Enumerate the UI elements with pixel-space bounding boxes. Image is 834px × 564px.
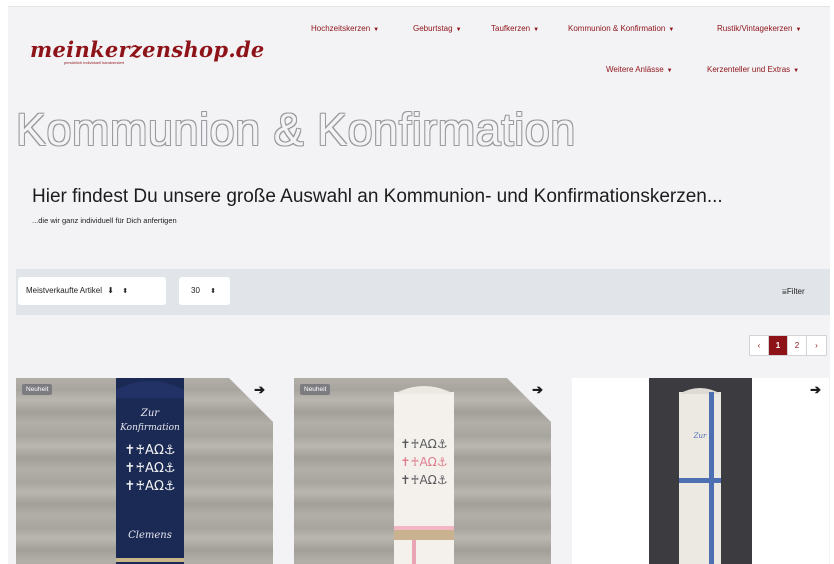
page-title: Kommunion & Konfirmation — [16, 104, 576, 155]
nav-item-kerzenteller-extras[interactable]: Kerzenteller und Extras ▼ — [707, 65, 799, 74]
nav-item-label: Kerzenteller und Extras — [707, 65, 791, 74]
product-image: Zur Konfirmation ✝♰ΑΩ⚓ ✝♰ΑΩ⚓ ✝♰ΑΩ⚓ Cleme… — [116, 378, 184, 564]
nav-item-label: Kommunion & Konfirmation — [568, 24, 666, 33]
chevron-down-icon: ▼ — [455, 27, 462, 33]
nav-item-geburtstag[interactable]: Geburtstag ▼ — [413, 24, 462, 33]
nav-item-taufkerzen[interactable]: Taufkerzen ▼ — [491, 24, 539, 33]
candle-stripe — [679, 478, 721, 483]
chevron-down-icon: ▼ — [373, 27, 380, 33]
candle-text-mid: Konfirmation — [119, 423, 180, 433]
chevron-down-icon: ▼ — [533, 27, 540, 33]
candle-text-top: Zur — [693, 432, 707, 440]
category-subline: ...die wir ganz individuell für Dich anf… — [32, 216, 177, 225]
per-page-select[interactable]: 30 ⬍ — [179, 277, 230, 305]
sort-select[interactable]: Meistverkaufte Artikel ⬇ ⬍ — [18, 277, 166, 305]
nav-item-weitere-anlaesse[interactable]: Weitere Anlässe ▼ — [606, 65, 673, 74]
pagination-next[interactable]: › — [807, 336, 826, 355]
product-image: ✝♰ΑΩ⚓ ✝♰ΑΩ⚓ ✝♰ΑΩ⚓ — [394, 386, 454, 564]
product-card[interactable]: Zur ➔ — [572, 378, 829, 564]
select-arrows-icon: ⬍ — [122, 288, 129, 295]
nav-item-kommunion-konfirmation[interactable]: Kommunion & Konfirmation ▼ — [568, 24, 674, 33]
badge-new: Neuheit — [22, 384, 53, 395]
candle-symbols: ✝♰ΑΩ⚓ — [400, 473, 447, 487]
chevron-down-icon: ▼ — [666, 68, 673, 74]
pagination-prev[interactable]: ‹ — [750, 336, 769, 355]
chevron-down-icon: ▼ — [793, 68, 800, 74]
candle-burlap — [394, 530, 454, 540]
sort-direction-icon: ⬇ — [107, 286, 114, 295]
product-card[interactable]: Zur Konfirmation ✝♰ΑΩ⚓ ✝♰ΑΩ⚓ ✝♰ΑΩ⚓ Cleme… — [16, 378, 273, 564]
candle-ribbon — [116, 558, 184, 562]
nav-item-label: Rustik/Vintagekerzen — [717, 24, 793, 33]
candle-ribbon-tail — [412, 540, 416, 564]
filter-label: Filter — [786, 287, 805, 296]
nav-item-label: Geburtstag — [413, 24, 453, 33]
candle-symbols: ✝♰ΑΩ⚓ — [124, 461, 175, 476]
nav-item-hochzeitskerzen[interactable]: Hochzeitskerzen ▼ — [311, 24, 379, 33]
category-headline: Hier findest Du unsere große Auswahl an … — [32, 186, 723, 207]
nav-item-label: Taufkerzen — [491, 24, 531, 33]
arrow-right-icon[interactable]: ➔ — [810, 382, 821, 398]
pagination-page-1[interactable]: 1 — [769, 336, 788, 355]
select-arrows-icon: ⬍ — [210, 288, 217, 295]
product-image: Zur — [649, 378, 752, 564]
pagination-page-2[interactable]: 2 — [788, 336, 807, 355]
candle-symbols: ✝♰ΑΩ⚓ — [400, 455, 447, 469]
chevron-down-icon: ▼ — [668, 27, 675, 33]
candle-name: Clemens — [128, 530, 172, 541]
filter-button[interactable]: ⩸Filter — [782, 287, 805, 297]
badge-new: Neuheit — [300, 384, 331, 395]
page-frame: meinkerzenshop.de persönlich individuell… — [8, 6, 830, 564]
sort-select-value: Meistverkaufte Artikel — [26, 286, 103, 295]
arrow-right-icon[interactable]: ➔ — [254, 382, 265, 398]
candle-symbols: ✝♰ΑΩ⚓ — [124, 479, 175, 494]
logo-wordmark: meinkerzenshop.de — [30, 37, 265, 62]
candle-symbols: ✝♰ΑΩ⚓ — [400, 437, 447, 451]
site-logo[interactable]: meinkerzenshop.de persönlich individuell… — [30, 37, 265, 65]
candle-text-top: Zur — [140, 408, 160, 419]
candle-top — [394, 386, 454, 394]
candle-ribbon — [394, 526, 454, 530]
candle-symbols: ✝♰ΑΩ⚓ — [124, 443, 175, 458]
nav-item-label: Weitere Anlässe — [606, 65, 664, 74]
product-card[interactable]: ✝♰ΑΩ⚓ ✝♰ΑΩ⚓ ✝♰ΑΩ⚓ Neuheit ➔ — [294, 378, 551, 564]
per-page-value: 30 — [191, 286, 200, 295]
chevron-down-icon: ▼ — [795, 27, 802, 33]
nav-item-rustik-vintagekerzen[interactable]: Rustik/Vintagekerzen ▼ — [717, 24, 801, 33]
arrow-right-icon[interactable]: ➔ — [532, 382, 543, 398]
pagination: ‹ 1 2 › — [749, 335, 827, 356]
nav-item-label: Hochzeitskerzen — [311, 24, 371, 33]
